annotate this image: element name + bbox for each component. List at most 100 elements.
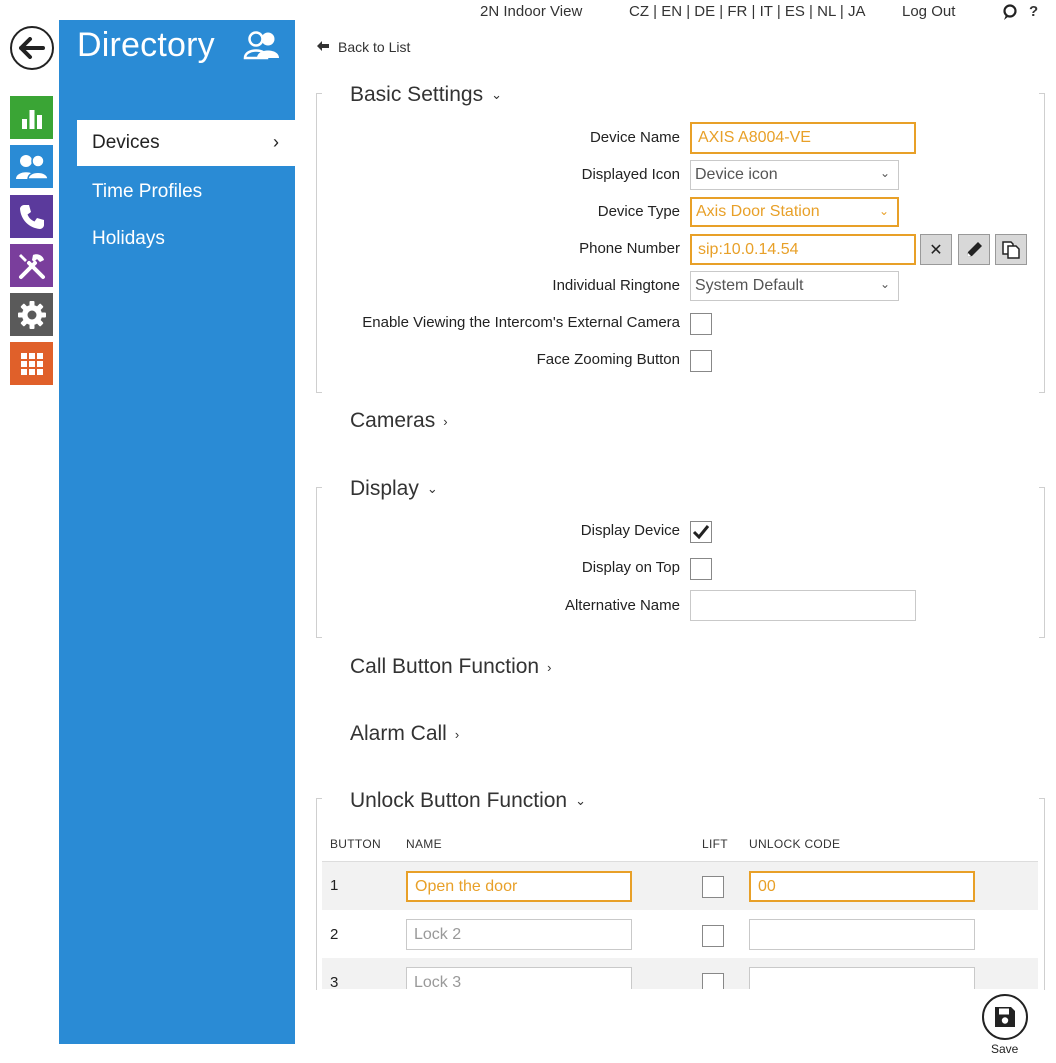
unlock-code-field[interactable] — [749, 919, 975, 950]
section-title: Unlock Button Function — [350, 789, 568, 812]
lock-name-field[interactable]: Open the door — [406, 871, 632, 902]
basic-settings-header[interactable]: Basic Settings ⌄ — [350, 83, 502, 107]
chevron-down-icon: ⌄ — [426, 481, 438, 496]
lift-checkbox[interactable] — [702, 973, 724, 989]
section-title: Cameras — [350, 409, 436, 432]
status-tile[interactable] — [10, 96, 53, 139]
unlock-code-field[interactable] — [749, 967, 975, 989]
section-title: Display — [350, 477, 419, 500]
lift-checkbox[interactable] — [702, 925, 724, 947]
chevron-down-icon: ⌄ — [879, 277, 890, 291]
logout-link[interactable]: Log Out — [902, 3, 955, 20]
display-on-top-checkbox[interactable] — [690, 558, 712, 580]
chevron-down-icon: ⌄ — [878, 204, 889, 218]
ringtone-select[interactable]: System Default ⌄ — [690, 271, 899, 301]
back-to-list-link[interactable]: Back to List — [316, 39, 410, 55]
column-header-unlock-code: UNLOCK CODE — [749, 837, 841, 851]
save-label: Save — [991, 1042, 1019, 1056]
sidebar-item-label: Time Profiles — [92, 181, 203, 202]
grid-icon — [20, 352, 43, 375]
section-title: Basic Settings — [350, 83, 484, 106]
help-icon[interactable]: ? — [1029, 3, 1038, 20]
bar-chart-icon — [21, 109, 42, 129]
language-selector[interactable]: CZ | EN | DE | FR | IT | ES | NL | JA — [629, 3, 865, 20]
arrow-left-icon — [316, 39, 330, 55]
display-device-checkbox[interactable] — [690, 521, 712, 543]
sidebar-item-holidays[interactable]: Holidays — [77, 216, 295, 262]
unlock-button-function-header[interactable]: Unlock Button Function ⌄ — [350, 789, 586, 813]
displayed-icon-label: Displayed Icon — [581, 166, 680, 183]
gear-icon — [17, 300, 46, 329]
call-button-function-header[interactable]: Call Button Function › — [350, 655, 551, 679]
copy-button[interactable] — [995, 234, 1027, 265]
chevron-down-icon: ⌄ — [575, 793, 587, 808]
clear-button[interactable]: ✕ — [920, 234, 952, 265]
section-title: Alarm Call — [350, 722, 447, 745]
chevron-right-icon: › — [547, 659, 552, 675]
phone-number-field[interactable]: sip:10.0.14.54 — [690, 234, 916, 265]
chevron-down-icon: ⌄ — [879, 166, 890, 180]
lock-name-field[interactable]: Lock 2 — [406, 919, 632, 950]
lock-name-field[interactable]: Lock 3 — [406, 967, 632, 989]
section-title: Call Button Function — [350, 655, 540, 678]
chat-icon[interactable] — [1002, 4, 1018, 26]
select-value: Device icon — [695, 166, 778, 183]
section-border — [1039, 798, 1045, 990]
external-camera-label: Enable Viewing the Intercom's External C… — [362, 314, 680, 331]
sidebar-item-devices[interactable]: Devices › — [77, 120, 295, 166]
phone-tile[interactable] — [10, 195, 53, 238]
sidebar-item-time-profiles[interactable]: Time Profiles — [77, 169, 295, 215]
alarm-call-header[interactable]: Alarm Call › — [350, 722, 459, 746]
external-camera-checkbox[interactable] — [690, 313, 712, 335]
chevron-down-icon: ⌄ — [491, 87, 502, 102]
table-row: 1 Open the door 00 — [322, 862, 1038, 910]
ringtone-label: Individual Ringtone — [552, 277, 680, 294]
arrow-left-icon — [19, 37, 45, 59]
edit-button[interactable] — [958, 234, 990, 265]
chevron-right-icon: › — [273, 132, 279, 152]
checkmark-icon — [692, 525, 710, 540]
device-name-field[interactable]: AXIS A8004-VE — [690, 122, 916, 154]
section-border — [316, 93, 322, 393]
section-border — [1039, 487, 1045, 638]
displayed-icon-select[interactable]: Device icon ⌄ — [690, 160, 899, 190]
directory-tile[interactable] — [10, 145, 53, 188]
unlock-code-field[interactable]: 00 — [749, 871, 975, 902]
lift-checkbox[interactable] — [702, 876, 724, 898]
select-value: System Default — [695, 277, 804, 294]
back-to-list-label: Back to List — [338, 39, 411, 55]
indoor-view-link[interactable]: 2N Indoor View — [480, 3, 582, 20]
floppy-disk-icon — [995, 1007, 1015, 1027]
column-header-button: BUTTON — [330, 837, 381, 851]
column-header-name: NAME — [406, 837, 442, 851]
unlock-table-body: 1 Open the door 00 2 Lock 2 3 Lock 3 — [322, 862, 1038, 989]
display-header[interactable]: Display ⌄ — [350, 477, 438, 501]
users-icon — [15, 153, 49, 180]
device-name-label: Device Name — [589, 129, 680, 146]
phone-number-label: Phone Number — [579, 240, 680, 257]
device-type-label: Device Type — [597, 203, 680, 220]
face-zoom-checkbox[interactable] — [690, 350, 712, 372]
chevron-right-icon: › — [454, 726, 460, 742]
column-header-lift: LIFT — [702, 837, 728, 851]
alternative-name-field[interactable] — [690, 590, 916, 621]
display-on-top-label: Display on Top — [581, 559, 680, 576]
services-tile[interactable] — [10, 244, 53, 287]
section-border — [1039, 93, 1045, 393]
system-tile[interactable] — [10, 342, 53, 385]
face-zoom-label: Face Zooming Button — [536, 351, 680, 368]
pencil-icon — [967, 241, 982, 257]
table-row: 2 Lock 2 — [322, 910, 1038, 958]
users-icon — [243, 30, 281, 64]
button-number: 1 — [330, 877, 339, 894]
sidebar-title: Directory — [77, 26, 215, 64]
tools-icon — [18, 253, 45, 279]
alternative-name-label: Alternative Name — [564, 597, 680, 614]
settings-tile[interactable] — [10, 293, 53, 336]
back-button[interactable] — [10, 26, 54, 70]
device-type-select[interactable]: Axis Door Station ⌄ — [690, 197, 899, 227]
cameras-header[interactable]: Cameras › — [350, 409, 448, 433]
sidebar-item-label: Holidays — [92, 228, 165, 249]
save-button[interactable] — [982, 994, 1028, 1040]
close-icon: ✕ — [929, 240, 943, 259]
